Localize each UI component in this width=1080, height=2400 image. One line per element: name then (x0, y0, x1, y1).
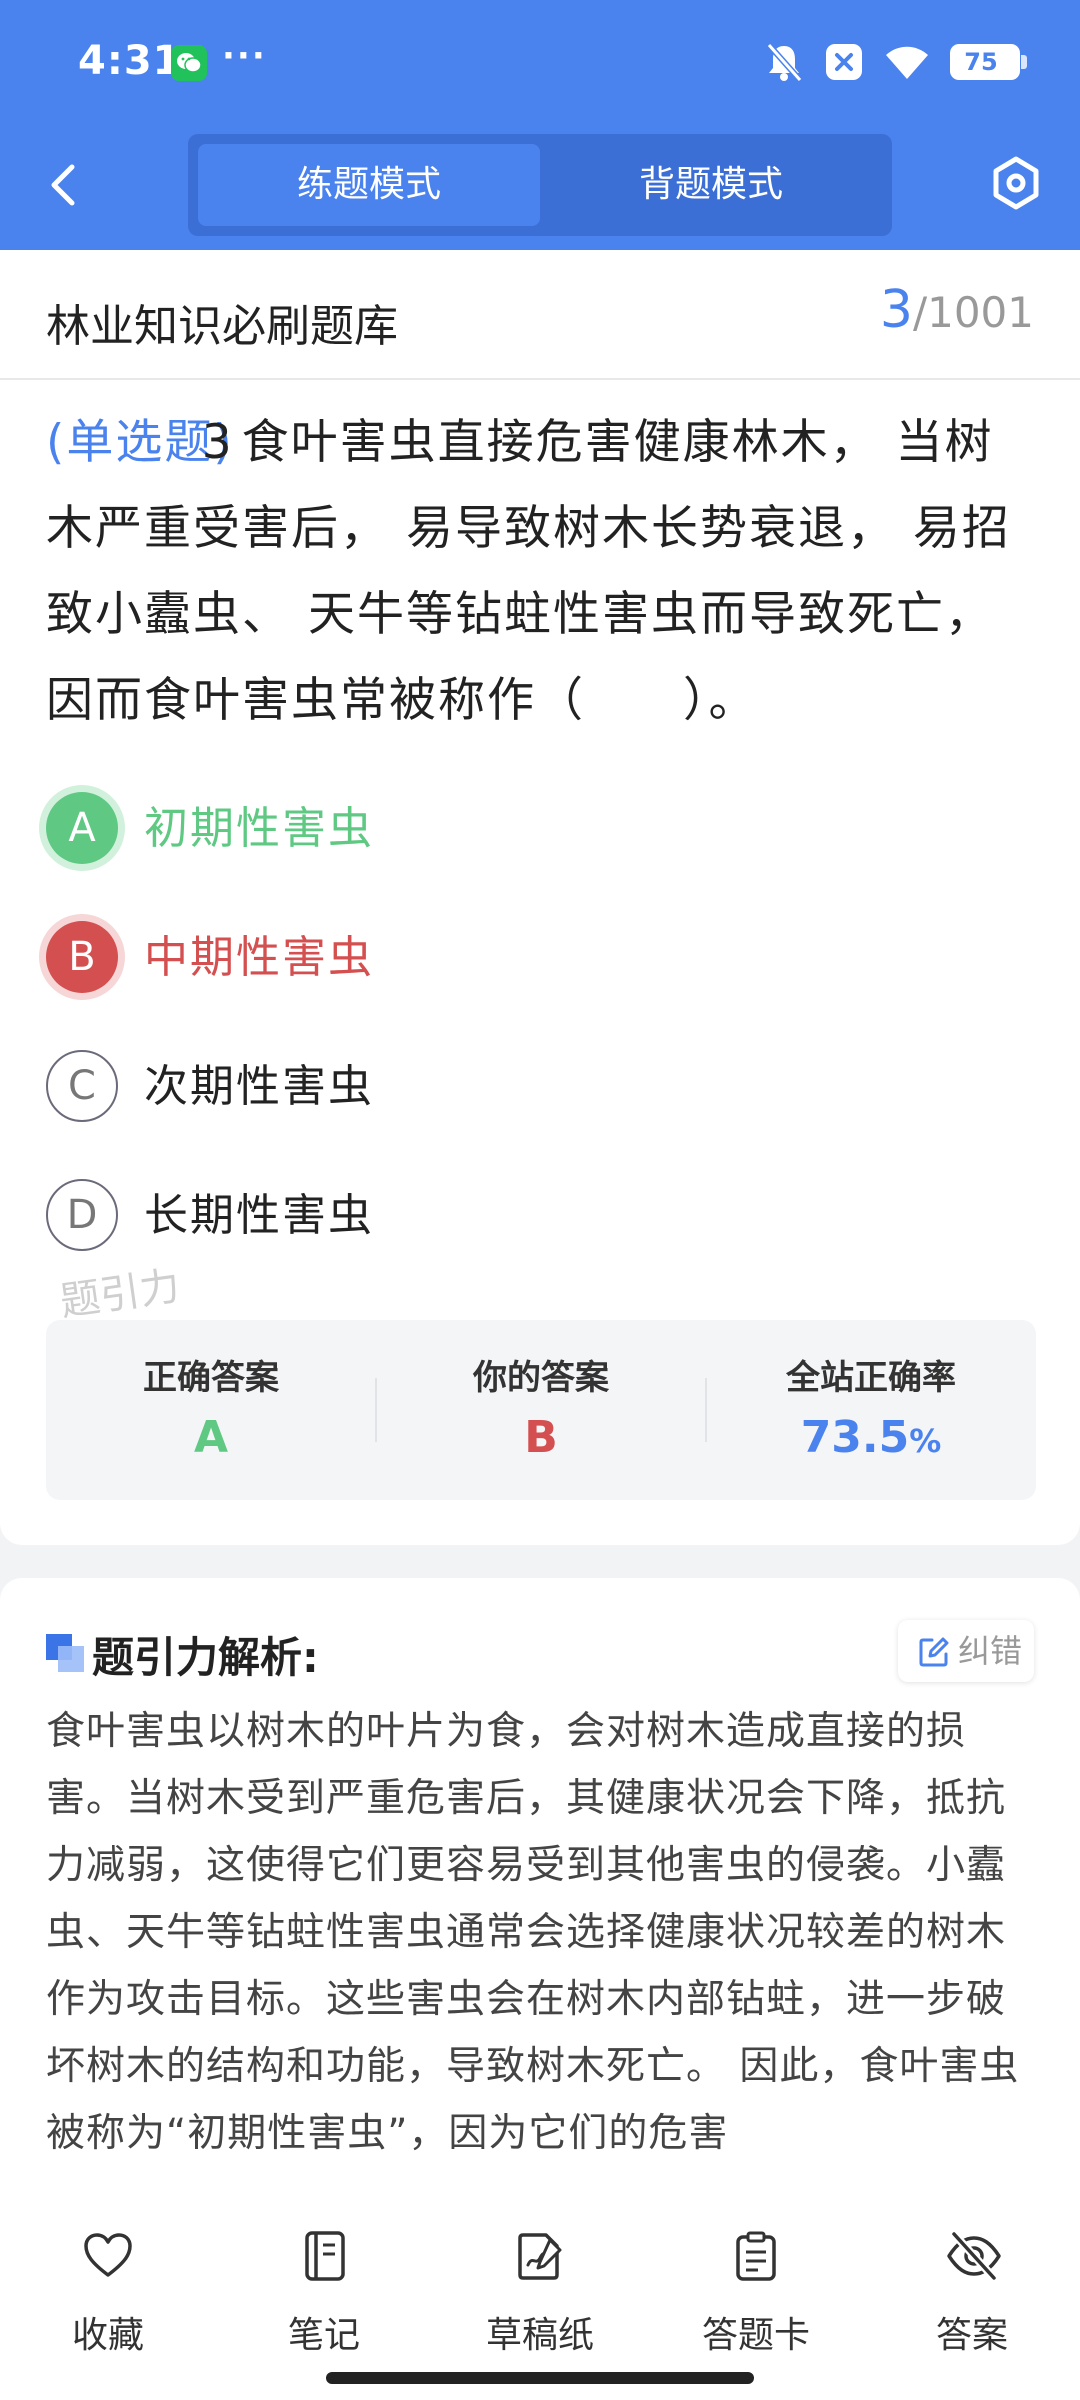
x-box-icon (826, 44, 862, 80)
accuracy-rate-value: 73.5% (706, 1412, 1036, 1463)
question-number: 3 (201, 415, 234, 470)
hexagon-settings-icon (993, 156, 1039, 210)
correct-answer-value: A (193, 1412, 229, 1463)
status-right-icons: 75 (764, 40, 1027, 84)
correct-answer-label: 正确答案 (143, 1358, 279, 1398)
divider (0, 378, 1080, 380)
status-bar: 4:31 ··· 75 (0, 0, 1080, 125)
option-letter: B (46, 921, 118, 993)
rate-number: 73.5 (800, 1412, 910, 1463)
your-answer-label: 你的答案 (473, 1358, 609, 1398)
mode-switch: 练题模式 背题模式 (188, 134, 892, 236)
settings-button[interactable] (990, 155, 1042, 211)
bottom-toolbar: 收藏 笔记 草稿纸 答题卡 答案 (0, 2200, 1080, 2400)
nav-favorite[interactable]: 收藏 (8, 2230, 208, 2370)
nav-answer-card[interactable]: 答题卡 (656, 2230, 856, 2370)
tab-memorize-mode[interactable]: 背题模式 (540, 144, 882, 226)
accuracy-rate-label: 全站正确率 (786, 1358, 956, 1398)
nav-label: 笔记 (287, 2315, 360, 2356)
option-d[interactable]: D 长期性害虫 (46, 1177, 746, 1257)
nav-answer[interactable]: 答案 (872, 2230, 1072, 2370)
answer-summary: 正确答案 A 你的答案 B 全站正确率 73.5% (46, 1320, 1036, 1500)
rate-unit: % (909, 1422, 942, 1460)
option-text: 中期性害虫 (144, 932, 374, 983)
your-answer-value: B (524, 1412, 558, 1463)
eye-off-icon (947, 2231, 1001, 2281)
wifi-icon (886, 46, 928, 79)
analysis-text: 食叶害虫以树木的叶片为食，会对树木造成直接的损害。当树木受到严重危害后，其健康状… (46, 1709, 1020, 2156)
question-stem: (单选题)3 食叶害虫直接危害健康林木， 当树木严重受害后， 易导致树木长势衰退，… (46, 400, 1036, 744)
nav-label: 答题卡 (701, 2315, 810, 2356)
watermark: 题引力 (57, 1263, 183, 1326)
nav-label: 收藏 (71, 2315, 144, 2356)
answer-card-icon (736, 2231, 776, 2281)
wechat-icon (171, 45, 207, 81)
analysis-squares-icon (46, 1634, 84, 1672)
status-time: 4:31 (78, 38, 182, 84)
option-letter: D (46, 1179, 118, 1251)
chevron-left-icon (51, 164, 75, 206)
option-a[interactable]: A 初期性害虫 (46, 790, 746, 870)
option-c[interactable]: C 次期性害虫 (46, 1048, 746, 1128)
home-indicator[interactable] (326, 2372, 754, 2384)
correct-answer-block: 正确答案 A (46, 1320, 376, 1500)
option-text: 初期性害虫 (144, 803, 374, 854)
edit-icon (919, 1637, 949, 1667)
battery-icon: 75 (950, 44, 1027, 80)
option-text: 长期性害虫 (144, 1190, 374, 1241)
heart-icon (84, 2233, 132, 2277)
analysis-title: 题引力解析: (92, 1633, 319, 1682)
option-letter: A (46, 792, 118, 864)
current-question-number: 3 (879, 280, 913, 340)
question-progress: 3/1001 (880, 280, 1034, 340)
back-button[interactable] (40, 155, 90, 215)
option-text: 次期性害虫 (144, 1061, 374, 1112)
tab-practice-mode[interactable]: 练题模式 (198, 144, 540, 226)
bell-off-icon (766, 43, 803, 82)
nav-draft-paper[interactable]: 草稿纸 (440, 2230, 640, 2370)
nav-label: 草稿纸 (485, 2315, 594, 2356)
analysis-card: 题引力解析: 纠错 食叶害虫以树木的叶片为食，会对树木造成直接的损害。当树木受到… (0, 1578, 1080, 2218)
option-letter: C (46, 1050, 118, 1122)
option-b[interactable]: B 中期性害虫 (46, 919, 746, 999)
draft-paper-icon (518, 2233, 562, 2280)
report-error-button[interactable]: 纠错 (898, 1620, 1034, 1682)
nav-label: 答案 (935, 2315, 1008, 2356)
question-bank-title: 林业知识必刷题库 (46, 301, 398, 352)
app-header: 4:31 ··· 75 练题模式 背题模式 (0, 0, 1080, 250)
accuracy-rate-block: 全站正确率 73.5% (706, 1320, 1036, 1500)
more-notifications-indicator: ··· (222, 36, 267, 76)
your-answer-block: 你的答案 B (376, 1320, 706, 1500)
question-card: 林业知识必刷题库 3/1001 (单选题)3 食叶害虫直接危害健康林木， 当树木严… (0, 250, 1080, 1545)
total-questions: /1001 (912, 288, 1034, 337)
nav-notes[interactable]: 笔记 (224, 2230, 424, 2370)
report-error-label: 纠错 (958, 1632, 1023, 1670)
notebook-icon (305, 2231, 345, 2281)
battery-level: 75 (964, 48, 998, 76)
